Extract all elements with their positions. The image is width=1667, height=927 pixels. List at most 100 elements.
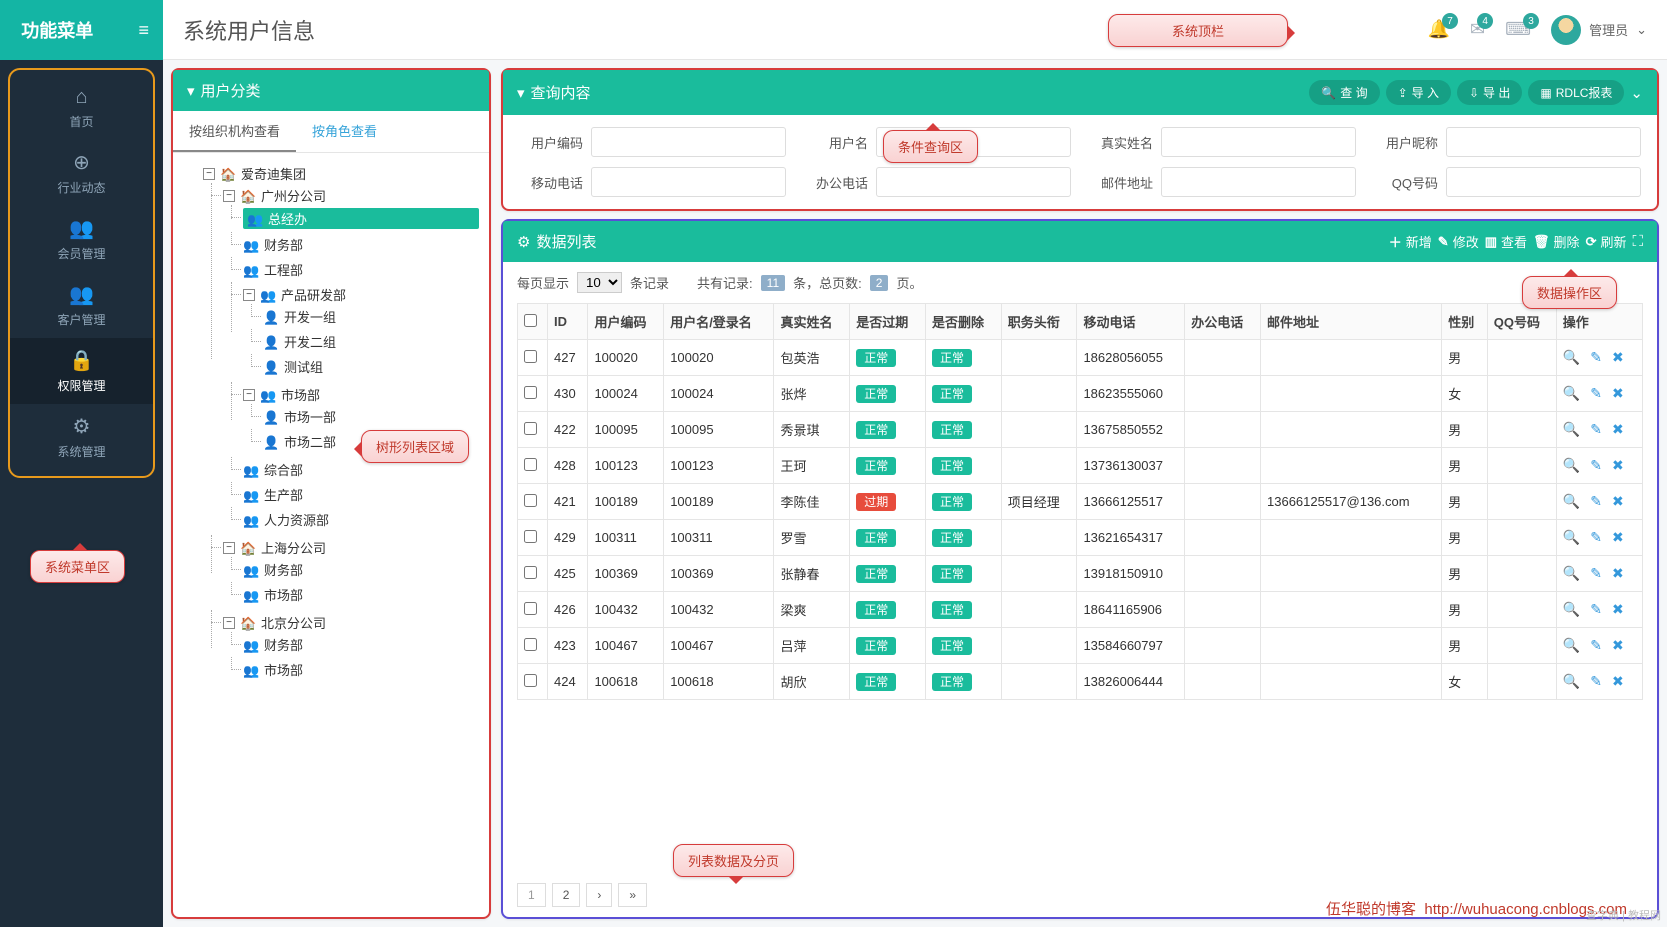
delete-icon[interactable]: ✖: [1612, 493, 1624, 510]
menu-toggle-icon[interactable]: ≡: [124, 20, 163, 41]
view-icon[interactable]: 🔍: [1563, 529, 1580, 546]
tree-node[interactable]: 👥总经办: [243, 208, 479, 229]
view-icon[interactable]: 🔍: [1563, 565, 1580, 582]
view-button[interactable]: ▥查看: [1485, 232, 1527, 251]
sidebar-item-1[interactable]: ⊕行业动态: [10, 140, 153, 206]
delete-icon[interactable]: ✖: [1612, 637, 1624, 654]
tree-node[interactable]: 👥财务部: [243, 635, 479, 654]
input-mobile[interactable]: [591, 167, 786, 197]
tree-toggle[interactable]: −: [243, 289, 255, 301]
report-button[interactable]: ▦RDLC报表: [1528, 80, 1624, 105]
tree-toggle[interactable]: −: [243, 389, 255, 401]
edit-icon[interactable]: ✎: [1590, 493, 1602, 510]
view-icon[interactable]: 🔍: [1563, 421, 1580, 438]
view-icon[interactable]: 🔍: [1563, 457, 1580, 474]
edit-icon[interactable]: ✎: [1590, 565, 1602, 582]
footer-link[interactable]: 伍华聪的博客 http://wuhuacong.cnblogs.com: [1326, 898, 1627, 919]
export-button[interactable]: ⇩导 出: [1457, 80, 1522, 105]
row-check[interactable]: [524, 566, 537, 579]
tree-node[interactable]: 👥市场部: [243, 585, 479, 604]
per-page-select[interactable]: 10: [577, 272, 622, 293]
view-icon[interactable]: 🔍: [1563, 385, 1580, 402]
delete-icon[interactable]: ✖: [1612, 565, 1624, 582]
row-check[interactable]: [524, 386, 537, 399]
input-usercode[interactable]: [591, 127, 786, 157]
refresh-button[interactable]: ⟳刷新: [1586, 232, 1627, 251]
tree-node[interactable]: −🏠爱奇迪集团: [203, 164, 479, 183]
row-check[interactable]: [524, 422, 537, 435]
tree-toggle[interactable]: −: [203, 168, 215, 180]
tab-by-org[interactable]: 按组织机构查看: [173, 111, 296, 152]
view-icon[interactable]: 🔍: [1563, 601, 1580, 618]
sidebar-item-5[interactable]: ⚙系统管理: [10, 404, 153, 470]
input-email[interactable]: [1161, 167, 1356, 197]
row-check[interactable]: [524, 674, 537, 687]
page-1[interactable]: 1: [517, 883, 546, 907]
input-nickname[interactable]: [1446, 127, 1641, 157]
tree-node[interactable]: 👥市场部: [243, 660, 479, 679]
import-button[interactable]: ⇪导 入: [1386, 80, 1451, 105]
view-icon[interactable]: 🔍: [1563, 349, 1580, 366]
chevron-down-icon[interactable]: ⌄: [1630, 84, 1643, 102]
edit-icon[interactable]: ✎: [1590, 529, 1602, 546]
search-button[interactable]: 🔍查 询: [1309, 80, 1379, 105]
delete-button[interactable]: 🗑删除: [1533, 232, 1580, 251]
tree-toggle[interactable]: −: [223, 542, 235, 554]
row-check[interactable]: [524, 602, 537, 615]
view-icon[interactable]: 🔍: [1563, 637, 1580, 654]
delete-icon[interactable]: ✖: [1612, 457, 1624, 474]
tree-node[interactable]: −🏠广州分公司: [223, 186, 479, 205]
edit-icon[interactable]: ✎: [1590, 457, 1602, 474]
input-qq[interactable]: [1446, 167, 1641, 197]
delete-icon[interactable]: ✖: [1612, 673, 1624, 690]
tree-node[interactable]: −🏠上海分公司: [223, 538, 479, 557]
tree-node[interactable]: 👤开发二组: [263, 332, 479, 351]
tree-node[interactable]: −🏠北京分公司: [223, 613, 479, 632]
fullscreen-icon[interactable]: ⛶: [1632, 233, 1643, 250]
delete-icon[interactable]: ✖: [1612, 385, 1624, 402]
tree-node[interactable]: 👥工程部: [243, 260, 479, 279]
view-icon[interactable]: 🔍: [1563, 493, 1580, 510]
tree-node[interactable]: 👥财务部: [243, 560, 479, 579]
delete-icon[interactable]: ✖: [1612, 349, 1624, 366]
sidebar-item-2[interactable]: 👥会员管理: [10, 206, 153, 272]
page-last[interactable]: »: [618, 883, 647, 907]
row-check[interactable]: [524, 530, 537, 543]
tree-node[interactable]: 👥生产部: [243, 485, 479, 504]
row-check[interactable]: [524, 350, 537, 363]
sidebar-item-3[interactable]: 👥客户管理: [10, 272, 153, 338]
view-icon[interactable]: 🔍: [1563, 673, 1580, 690]
tree-toggle[interactable]: −: [223, 190, 235, 202]
tree-node[interactable]: 👤测试组: [263, 357, 479, 376]
tab-by-role[interactable]: 按角色查看: [296, 111, 393, 152]
row-check[interactable]: [524, 458, 537, 471]
edit-button[interactable]: ✎修改: [1438, 232, 1479, 251]
tree-node[interactable]: 👥财务部: [243, 235, 479, 254]
user-menu[interactable]: 管理员 ⌄: [1551, 15, 1647, 45]
tree-node[interactable]: 👤市场一部: [263, 407, 479, 426]
edit-icon[interactable]: ✎: [1590, 601, 1602, 618]
notification-bell-icon[interactable]: 🔔7: [1428, 19, 1450, 40]
edit-icon[interactable]: ✎: [1590, 637, 1602, 654]
edit-icon[interactable]: ✎: [1590, 673, 1602, 690]
tree-node[interactable]: −👥市场部: [243, 385, 479, 404]
row-check[interactable]: [524, 638, 537, 651]
delete-icon[interactable]: ✖: [1612, 601, 1624, 618]
tree-node[interactable]: 👥人力资源部: [243, 510, 479, 529]
check-all[interactable]: [524, 314, 537, 327]
row-check[interactable]: [524, 494, 537, 507]
edit-icon[interactable]: ✎: [1590, 349, 1602, 366]
page-next[interactable]: ›: [586, 883, 612, 907]
tree-node[interactable]: 👤开发一组: [263, 307, 479, 326]
tree-toggle[interactable]: −: [223, 617, 235, 629]
delete-icon[interactable]: ✖: [1612, 529, 1624, 546]
edit-icon[interactable]: ✎: [1590, 385, 1602, 402]
tree-node[interactable]: −👥产品研发部: [243, 285, 479, 304]
notification-chat-icon[interactable]: ⌨3: [1505, 19, 1531, 40]
delete-icon[interactable]: ✖: [1612, 421, 1624, 438]
page-2[interactable]: 2: [552, 883, 581, 907]
add-button[interactable]: ＋新增: [1389, 232, 1432, 251]
sidebar-item-4[interactable]: 🔒权限管理: [10, 338, 153, 404]
edit-icon[interactable]: ✎: [1590, 421, 1602, 438]
notification-mail-icon[interactable]: ✉4: [1470, 19, 1485, 40]
